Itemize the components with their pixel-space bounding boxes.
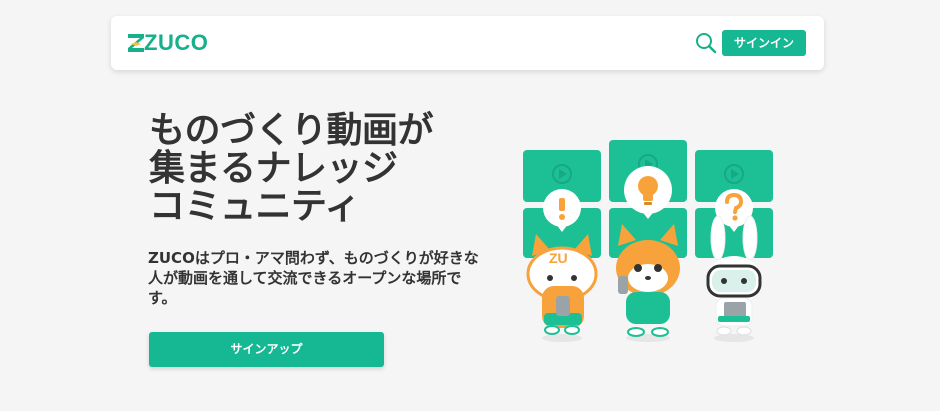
hero-title-line-1: ものづくり動画が (149, 110, 434, 151)
cat-shirt-text: ZU (549, 250, 568, 266)
hero-illustration: ZU (518, 138, 778, 348)
search-button[interactable] (694, 31, 718, 55)
signup-button[interactable]: サインアップ (149, 332, 384, 367)
zuco-logo[interactable]: ZUCO (128, 30, 208, 56)
left-cat-character: ZU (526, 234, 598, 342)
hero-title-line-3: コミュニティ (149, 186, 360, 227)
search-icon (696, 33, 717, 54)
header-bar: ZUCO サインイン (111, 16, 824, 70)
zuco-logo-mark-icon (128, 34, 144, 52)
characters-illustration: ZU (523, 140, 773, 342)
middle-cat-character (616, 224, 680, 342)
logo-text: ZUCO (144, 30, 209, 55)
hero-title: ものづくり動画が 集まるナレッジ コミュニティ (149, 112, 469, 226)
hero-description: ZUCOはプロ・アマ問わず、ものづくりが好きな人が動画を通して交流できるオープン… (148, 249, 479, 307)
signin-button[interactable]: サインイン (722, 30, 806, 56)
hero-title-line-2: 集まるナレッジ (149, 148, 398, 189)
